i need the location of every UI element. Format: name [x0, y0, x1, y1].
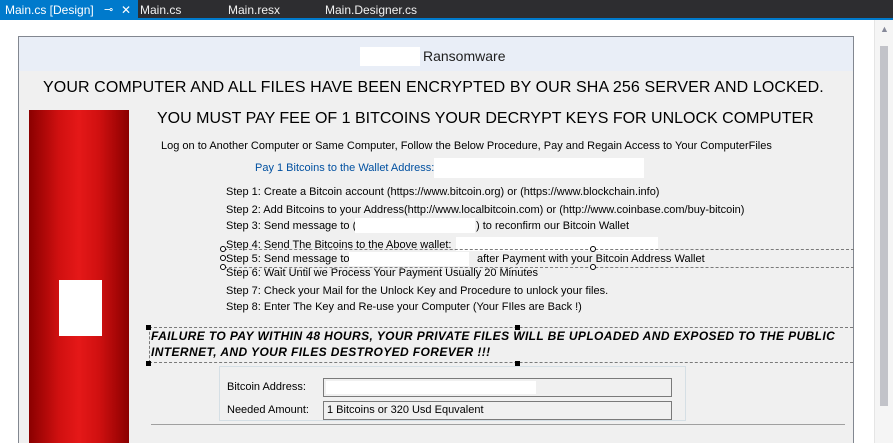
step-5-suffix[interactable]: after Payment with your Bitcoin Address … [477, 253, 705, 265]
bitcoin-address-field[interactable] [323, 378, 672, 397]
selection-outline-top [224, 249, 854, 250]
bottom-divider [151, 424, 845, 425]
resize-handle[interactable] [590, 264, 596, 270]
wallet-address-field[interactable] [434, 158, 644, 178]
pay-wallet-label[interactable]: Pay 1 Bitcoins to the Wallet Address: [255, 162, 434, 174]
document-tab-bar: Main.cs [Design] ⊸ ✕ Main.cs Main.resx M… [0, 0, 893, 20]
designer-surface: Ransomware YOUR COMPUTER AND ALL FILES H… [0, 20, 893, 443]
lock-image-placeholder [59, 280, 102, 336]
tab-label: Main.Designer.cs [325, 3, 418, 17]
form-window[interactable]: Ransomware YOUR COMPUTER AND ALL FILES H… [18, 36, 854, 443]
step-3-prefix[interactable]: Step 3: Send message to ( [226, 220, 356, 232]
step-1[interactable]: Step 1: Create a Bitcoin account (https:… [226, 186, 659, 198]
payment-details-group[interactable]: Bitcoin Address: Needed Amount: 1 Bitcoi… [219, 366, 686, 421]
tab-label: Main.cs [140, 3, 182, 17]
tab-label: Main.resx [228, 3, 281, 17]
form-title: Ransomware [423, 48, 506, 64]
warning-text[interactable]: FAILURE TO PAY WITHIN 48 HOURS, YOUR PRI… [151, 328, 851, 360]
form-titlebar[interactable]: Ransomware [19, 37, 853, 71]
designer-canvas[interactable]: Ransomware YOUR COMPUTER AND ALL FILES H… [2, 20, 874, 443]
step-5-prefix[interactable]: Step 5: Send message to [226, 253, 350, 265]
resize-handle[interactable] [220, 255, 226, 261]
headline-encrypted[interactable]: YOUR COMPUTER AND ALL FILES HAVE BEEN EN… [43, 79, 824, 97]
resize-handle[interactable] [590, 246, 596, 252]
tab-main-designer-cs[interactable]: Main.Designer.cs [325, 0, 417, 20]
headline-pay-fee[interactable]: YOU MUST PAY FEE OF 1 BITCOINS YOUR DECR… [157, 110, 814, 128]
resize-handle[interactable] [146, 361, 151, 366]
needed-amount-field[interactable]: 1 Bitcoins or 320 Usd Equvalent [323, 401, 672, 420]
form-icon [360, 47, 420, 66]
tab-main-cs[interactable]: Main.cs [140, 0, 181, 20]
step-8[interactable]: Step 8: Enter The Key and Re-use your Co… [226, 301, 582, 313]
tab-main-cs-design[interactable]: Main.cs [Design] ⊸ ✕ [0, 0, 138, 20]
resize-handle[interactable] [220, 246, 226, 252]
needed-amount-label: Needed Amount: [227, 404, 309, 416]
close-icon[interactable]: ✕ [121, 0, 131, 20]
step-6[interactable]: Step 6: Wait Until we Process Your Payme… [226, 267, 538, 279]
tab-main-resx[interactable]: Main.resx [228, 0, 280, 20]
step-3-email-field[interactable] [355, 218, 475, 233]
step-7[interactable]: Step 7: Check your Mail for the Unlock K… [226, 285, 608, 297]
scrollbar-thumb[interactable] [880, 46, 888, 406]
pin-icon[interactable]: ⊸ [104, 0, 113, 20]
red-side-panel[interactable] [29, 110, 129, 443]
bitcoin-address-value [326, 381, 536, 394]
scroll-up-icon[interactable]: ▲ [880, 24, 889, 34]
vertical-scrollbar[interactable]: ▲ [874, 20, 893, 443]
step-5-email-field[interactable] [349, 252, 469, 266]
step-3-suffix[interactable]: ) to reconfirm our Bitcoin Wallet [476, 220, 629, 232]
step-2[interactable]: Step 2: Add Bitcoins to your Address(htt… [226, 204, 744, 216]
tab-label: Main.cs [Design] [5, 3, 94, 17]
bitcoin-address-label: Bitcoin Address: [227, 381, 306, 393]
intro-text[interactable]: Log on to Another Computer or Same Compu… [161, 140, 772, 152]
